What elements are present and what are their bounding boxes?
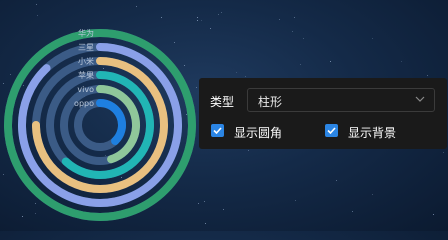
type-label: 类型 [210,95,235,109]
bar-5[interactable] [96,99,126,146]
check-icon [213,127,222,135]
settings-panel: 类型 柱形 显示圆角 显示背景 [199,78,447,149]
category-label: 苹果 [78,70,94,80]
type-select[interactable]: 柱形 [247,88,435,112]
chevron-down-icon [415,96,425,102]
category-label: 华为 [78,28,94,38]
check-icon [327,127,336,135]
round-corner-checkbox[interactable] [211,124,224,137]
category-label: oppo [74,99,94,108]
chart-bars [4,29,196,221]
category-label: 三星 [78,43,94,52]
round-corner-label: 显示圆角 [234,126,283,140]
category-label: vivo [77,85,94,94]
category-label: 小米 [78,56,94,66]
bar-1[interactable] [18,43,182,207]
show-background-checkbox[interactable] [325,124,338,137]
type-select-value: 柱形 [258,95,283,109]
show-background-label: 显示背景 [348,126,397,140]
